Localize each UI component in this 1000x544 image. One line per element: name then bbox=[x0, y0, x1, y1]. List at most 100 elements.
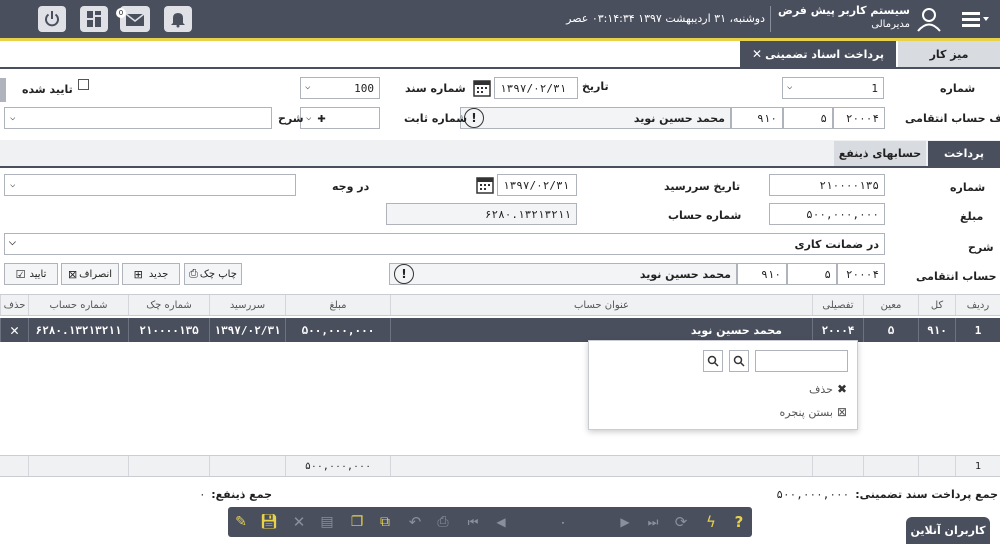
popup-close-item[interactable]: ⊠ بستن پنجره bbox=[769, 404, 847, 420]
chevron-down-icon: ⌵ bbox=[787, 82, 793, 92]
print-check-button[interactable]: ⎙ چاپ چک bbox=[184, 263, 242, 285]
header-datetime: دوشنبه، ۳۱ اردیبهشت ۱۳۹۷ ۰۳:۱۴:۳۴ عصر bbox=[566, 12, 765, 25]
prev-page-icon[interactable]: ◀ bbox=[490, 511, 512, 533]
subtabs-underline bbox=[0, 166, 1000, 168]
close-tab-icon[interactable]: ✕ bbox=[752, 47, 762, 61]
paste-icon[interactable]: ⧉ bbox=[374, 511, 396, 533]
description-label: شرح bbox=[278, 112, 304, 125]
chevron-down-icon: ⌵ bbox=[305, 82, 311, 92]
online-users-tab[interactable]: کاربران آنلاین bbox=[906, 517, 990, 544]
footer-cell bbox=[128, 456, 209, 476]
first-page-icon[interactable]: ⏮ bbox=[462, 511, 484, 533]
refresh-icon[interactable]: ⟳ bbox=[670, 511, 692, 533]
bell-icon bbox=[171, 13, 185, 28]
counterparty-code3[interactable]: ۹۱۰ bbox=[731, 107, 783, 129]
delete-row-icon[interactable]: ✕ bbox=[0, 318, 28, 342]
cell-due: ۱۳۹۷/۰۲/۳۱ bbox=[209, 318, 285, 342]
doc-number-field[interactable]: ⌵ 100 bbox=[300, 77, 380, 99]
col-moein: معین bbox=[863, 295, 918, 315]
save-icon[interactable]: 💾︎ bbox=[258, 511, 280, 533]
plus-icon[interactable]: ✚ bbox=[317, 110, 325, 126]
subtab-payment[interactable]: پرداخت bbox=[928, 141, 1000, 166]
delete-icon: ✖ bbox=[836, 382, 847, 396]
copy-icon[interactable]: ❐ bbox=[346, 511, 368, 533]
approved-checkbox[interactable] bbox=[78, 79, 89, 90]
counterparty-code1[interactable]: ۲۰۰۰۴ bbox=[833, 107, 885, 129]
in-favor-field[interactable]: ⌵ bbox=[4, 174, 296, 196]
search-icon[interactable] bbox=[703, 350, 723, 372]
cancel-button[interactable]: ⊠ انصراف bbox=[61, 263, 119, 285]
col-delete: حذف bbox=[0, 295, 28, 315]
new-button[interactable]: ⊞ جدید bbox=[122, 263, 180, 285]
description-field[interactable]: ⌵ bbox=[4, 107, 272, 129]
col-total: کل bbox=[918, 295, 955, 315]
chevron-down-icon: ⌵ bbox=[10, 180, 16, 190]
cancel-icon: ⊠ bbox=[67, 267, 78, 281]
footer-sum: ۵۰۰,۰۰۰,۰۰۰ bbox=[285, 456, 390, 476]
print-icon[interactable]: ⎙ bbox=[432, 511, 454, 533]
user-avatar-icon[interactable] bbox=[916, 6, 942, 32]
footer-cell bbox=[918, 456, 955, 476]
transfer-account-label: حساب انتقامی bbox=[916, 270, 997, 283]
user-role: مدیرمالی bbox=[871, 19, 910, 30]
tabs-underline bbox=[0, 67, 1000, 69]
table-header: ردیف کل معین تفصیلی عنوان حساب مبلغ سررس… bbox=[0, 294, 1000, 316]
transfer-code2[interactable]: ۵ bbox=[787, 263, 837, 285]
popup-search-input[interactable] bbox=[755, 350, 848, 372]
document-icon[interactable]: ▤ bbox=[316, 511, 338, 533]
mail-icon bbox=[125, 13, 145, 26]
dashboard-button[interactable] bbox=[80, 6, 108, 32]
due-date-field[interactable]: ۱۳۹۷/۰۲/۳۱ bbox=[497, 174, 577, 196]
menu-icon[interactable] bbox=[961, 8, 991, 30]
tab-payment-guarantee[interactable]: پرداخت اسناد تضمینی ✕ bbox=[740, 41, 896, 67]
info-icon[interactable]: ! bbox=[394, 264, 414, 284]
total-beneficiary-value: ۰ bbox=[199, 488, 206, 501]
detail-description-label: شرح bbox=[968, 241, 994, 254]
delete-icon[interactable]: ✕ bbox=[288, 511, 310, 533]
transfer-name: محمد حسین نوید bbox=[389, 263, 737, 285]
counterparty-code2[interactable]: ۵ bbox=[783, 107, 833, 129]
undo-icon[interactable]: ↶ bbox=[404, 511, 426, 533]
table-row[interactable]: 1 ۹۱۰ ۵ ۲۰۰۰۴ محمد حسین نوید ۵۰۰,۰۰۰,۰۰۰… bbox=[0, 318, 1000, 342]
detail-description-field[interactable]: ⌵ در ضمانت کاری bbox=[4, 233, 885, 255]
messages-button[interactable]: 0 bbox=[116, 6, 150, 32]
cell-row: 1 bbox=[955, 318, 1000, 342]
side-handle[interactable] bbox=[0, 78, 6, 102]
popup-delete-item[interactable]: ✖ حذف bbox=[781, 381, 847, 397]
detail-number-label: شماره bbox=[950, 181, 986, 194]
detail-number-field[interactable]: ۲۱۰۰۰۰۱۳۵ bbox=[769, 174, 885, 196]
search-icon[interactable] bbox=[729, 350, 749, 372]
calendar-icon[interactable] bbox=[475, 174, 495, 196]
date-field[interactable]: ۱۳۹۷/۰۲/۳۱ bbox=[494, 77, 578, 99]
amount-field[interactable]: ۵۰۰,۰۰۰,۰۰۰ bbox=[769, 203, 885, 225]
chevron-down-icon: ⌵ bbox=[306, 113, 312, 123]
footer-count: 1 bbox=[955, 456, 1000, 476]
calendar-icon[interactable] bbox=[472, 77, 492, 99]
fixed-number-label: شماره ثابت bbox=[404, 112, 468, 125]
lightning-icon[interactable]: ϟ bbox=[700, 511, 722, 533]
footer-cell bbox=[209, 456, 285, 476]
subtab-beneficiary-accounts[interactable]: حسابهای ذینفع bbox=[834, 141, 926, 166]
power-button[interactable] bbox=[38, 6, 66, 32]
help-icon[interactable]: ? bbox=[728, 511, 750, 533]
number-field[interactable]: ⌵ 1 bbox=[782, 77, 884, 99]
fixed-number-field[interactable]: ⌵ ✚ bbox=[300, 107, 380, 129]
col-row: ردیف bbox=[955, 295, 1000, 315]
confirm-button[interactable]: ☑ تایید bbox=[4, 263, 58, 285]
context-popup: ✖ حذف ⊠ بستن پنجره bbox=[588, 340, 858, 430]
bottom-toolbar: ? ϟ ⟳ ⏭ ▶ ۰ ◀ ⏮ ⎙ ↶ ⧉ ❐ ▤ ✕ 💾︎ ✎ bbox=[228, 507, 752, 537]
edit-document-icon[interactable]: ✎ bbox=[230, 511, 252, 533]
last-page-icon[interactable]: ⏭ bbox=[642, 511, 664, 533]
system-name: سیستم کاربر پیش فرض bbox=[778, 4, 910, 17]
transfer-code1[interactable]: ۲۰۰۰۴ bbox=[837, 263, 885, 285]
footer-cell bbox=[390, 456, 812, 476]
cell-account-title: محمد حسین نوید bbox=[390, 318, 812, 342]
cell-account-number: ۶۲۸۰.۱۳۲۱۳۲۱۱ bbox=[28, 318, 128, 342]
next-page-icon[interactable]: ▶ bbox=[614, 511, 636, 533]
notifications-button[interactable] bbox=[164, 6, 192, 32]
transfer-code3[interactable]: ۹۱۰ bbox=[737, 263, 787, 285]
tab-desk[interactable]: میز کار bbox=[898, 41, 1000, 67]
close-window-icon: ⊠ bbox=[836, 405, 847, 419]
total-guarantee: جمع پرداخت سند تضمینی: ۵۰۰,۰۰۰,۰۰۰ bbox=[776, 488, 998, 501]
tab-payment-guarantee-label: پرداخت اسناد تضمینی bbox=[765, 47, 884, 61]
